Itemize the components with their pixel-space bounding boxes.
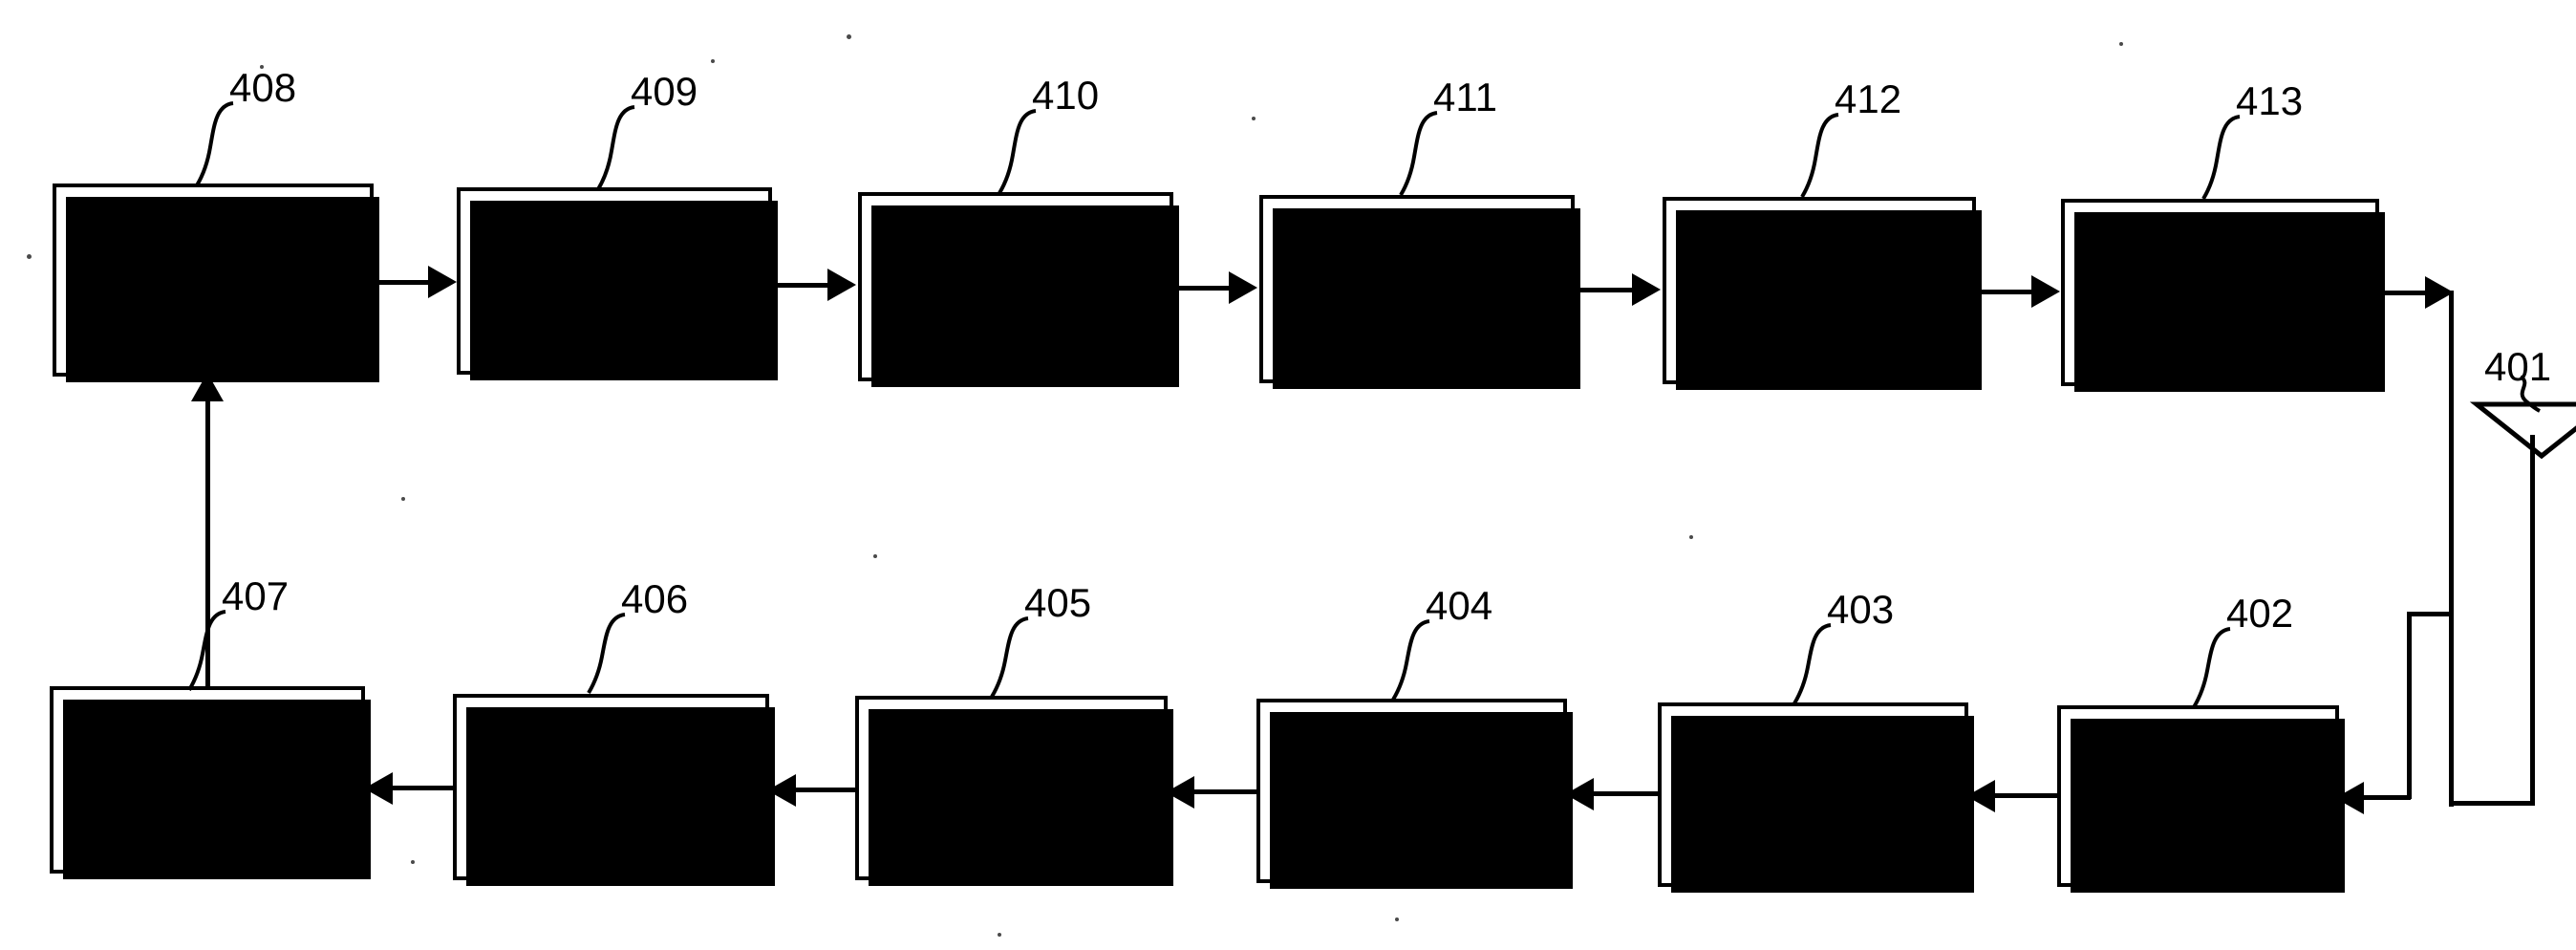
antenna-icon — [2469, 401, 2576, 460]
arrowhead-408-409 — [428, 266, 457, 298]
block-406: SNR measure of pilot signals — [453, 694, 775, 886]
arrowhead-404-405 — [1166, 776, 1194, 809]
scan-speck — [27, 254, 32, 259]
block-403: A/D conversion — [1658, 702, 1974, 893]
block-408-label: Channel coding/ interleaving — [123, 217, 303, 343]
block-407: Control processing unit — [50, 686, 371, 879]
block-405-label: OFDM demodulation — [906, 746, 1117, 830]
block-411: Add guard spacing — [1259, 195, 1580, 389]
leader-409 — [596, 105, 635, 191]
block-406-label: SNR measure of pilot signals — [501, 723, 721, 851]
connector-410-411 — [1173, 286, 1233, 291]
connector-trunk-to-402-feed — [2407, 612, 2453, 616]
scan-speck — [1395, 918, 1399, 921]
block-410: Single carrier FDMA modulation — [858, 192, 1179, 387]
block-404-label: Removing guard spacing — [1301, 749, 1522, 832]
connector-412-413 — [1976, 290, 2035, 294]
arrowhead-402-403 — [1966, 780, 1995, 812]
block-413: RF transmitter — [2061, 199, 2385, 392]
antenna-trunk-line — [2449, 291, 2454, 807]
arrowhead-403-404 — [1565, 778, 1594, 810]
refnum-402: 402 — [2226, 591, 2294, 636]
block-404: Removing guard spacing — [1256, 699, 1573, 889]
scan-speck — [711, 59, 715, 63]
patent-figure: Channel coding/ interleaving Modulation … — [0, 0, 2576, 950]
block-402-label: RF receiver — [2136, 754, 2261, 837]
refnum-411: 411 — [1433, 75, 1497, 119]
block-413-label: RF transmitter — [2137, 250, 2303, 334]
arrowhead-413-antenna — [2425, 276, 2454, 309]
connector-antenna-402-horizontal — [2358, 795, 2411, 800]
scan-speck — [2119, 42, 2123, 46]
scan-speck — [1689, 535, 1693, 539]
block-409-label: Modulation — [528, 261, 700, 301]
leader-408 — [195, 101, 234, 187]
refnum-401: 401 — [2484, 344, 2552, 389]
connector-404-405 — [1191, 789, 1258, 794]
refnum-404: 404 — [1426, 583, 1493, 628]
connector-405-406 — [793, 788, 858, 792]
scan-speck — [847, 34, 851, 39]
refnum-407: 407 — [222, 573, 290, 618]
block-411-label: Add guard spacing — [1336, 248, 1498, 331]
scan-speck — [411, 860, 415, 864]
block-402: RF receiver — [2057, 705, 2345, 893]
arrowhead-410-411 — [1229, 271, 1257, 304]
connector-403-404 — [1591, 791, 1660, 796]
arrowhead-407-408 — [191, 373, 224, 401]
connector-402-403 — [1992, 793, 2061, 798]
scan-speck — [873, 554, 877, 558]
leader-413 — [2201, 115, 2241, 201]
refnum-413: 413 — [2236, 78, 2304, 123]
block-412-label: D/A conversion — [1734, 248, 1904, 332]
leader-411 — [1399, 111, 1438, 197]
connector-408-409 — [374, 280, 433, 285]
refnum-406: 406 — [621, 576, 689, 621]
block-410-label: Single carrier FDMA modulation — [912, 224, 1120, 350]
scan-speck — [401, 497, 405, 501]
antenna-stub-line — [2530, 435, 2535, 803]
arrowhead-antenna-402 — [2335, 782, 2364, 814]
arrowhead-409-410 — [827, 269, 856, 301]
scan-speck — [998, 933, 1001, 937]
block-407-label: Control processing unit — [122, 717, 292, 843]
arrowhead-411-412 — [1632, 273, 1661, 306]
connector-411-412 — [1575, 288, 1636, 292]
block-412: D/A conversion — [1663, 197, 1982, 390]
arrowhead-412-413 — [2031, 275, 2060, 308]
scan-speck — [1252, 117, 1256, 120]
connector-409-410 — [772, 283, 831, 288]
refnum-403: 403 — [1827, 587, 1895, 632]
arrowhead-406-407 — [364, 772, 393, 805]
antenna-base-line — [2449, 801, 2535, 806]
block-409: Modulation — [457, 187, 778, 380]
refnum-405: 405 — [1024, 580, 1092, 625]
refnum-410: 410 — [1032, 73, 1100, 118]
refnum-408: 408 — [229, 65, 297, 110]
connector-406-407 — [390, 786, 455, 790]
block-408: Channel coding/ interleaving — [53, 184, 379, 382]
refnum-409: 409 — [631, 69, 698, 114]
block-405: OFDM demodulation — [855, 696, 1173, 886]
arrowhead-405-406 — [767, 774, 796, 807]
refnum-412: 412 — [1835, 76, 1902, 121]
block-403-label: A/D conversion — [1728, 753, 1898, 836]
leader-412 — [1800, 113, 1839, 199]
leader-410 — [998, 109, 1037, 195]
connector-antenna-402-vertical — [2407, 612, 2412, 799]
connector-407-408 — [205, 399, 210, 688]
